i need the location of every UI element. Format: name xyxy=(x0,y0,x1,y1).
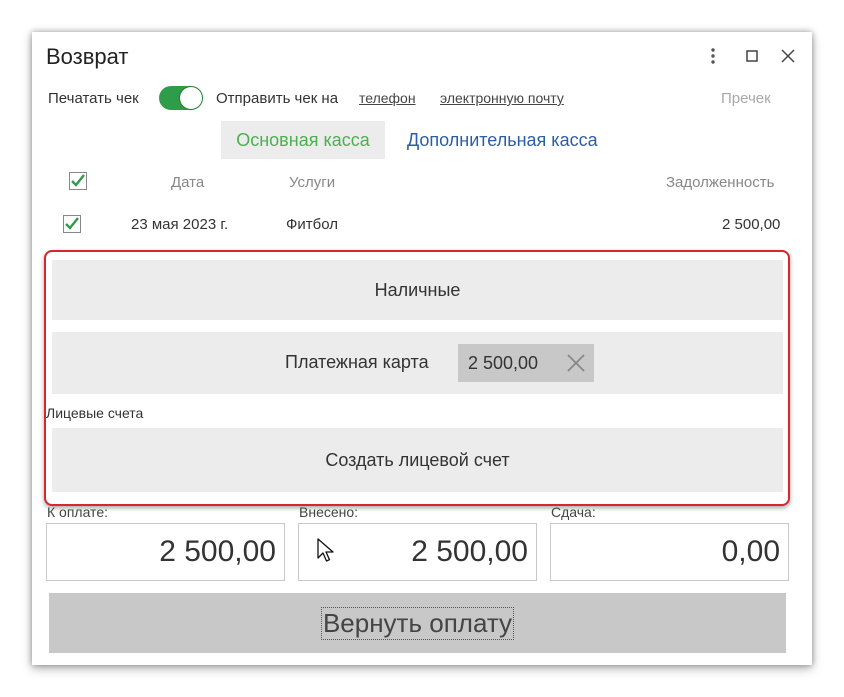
change-label: Сдача: xyxy=(551,504,596,520)
tab-extra-register[interactable]: Дополнительная касса xyxy=(407,130,598,151)
card-payment-label: Платежная карта xyxy=(285,352,429,372)
change-field: 0,00 xyxy=(550,523,789,581)
row-date: 23 мая 2023 г. xyxy=(131,216,229,233)
payment-methods-panel: Наличные Платежная карта 2 500,00 Лицевы… xyxy=(44,250,790,506)
return-dialog: Возврат Печатать чек Отправить чек на те… xyxy=(32,32,812,665)
toggle-knob xyxy=(180,87,202,109)
checkmark-icon xyxy=(65,217,79,230)
dialog-title: Возврат xyxy=(46,44,129,69)
print-check-toggle[interactable] xyxy=(159,86,203,110)
table-row[interactable]: 23 мая 2023 г. Фитбол 2 500,00 xyxy=(32,206,812,240)
row-debt: 2 500,00 xyxy=(722,216,781,233)
to-pay-value: 2 500,00 xyxy=(159,535,276,568)
column-header-date: Дата xyxy=(171,174,205,191)
close-icon[interactable] xyxy=(778,46,798,66)
send-check-label: Отправить чек на xyxy=(216,90,339,107)
more-options-icon[interactable] xyxy=(703,46,723,66)
email-link[interactable]: электронную почту xyxy=(440,90,564,106)
change-value: 0,00 xyxy=(721,535,780,568)
phone-link[interactable]: телефон xyxy=(359,90,416,106)
row-checkbox[interactable] xyxy=(63,215,81,233)
card-payment-row[interactable]: Платежная карта xyxy=(52,332,783,394)
print-check-label: Печатать чек xyxy=(48,90,139,107)
mouse-cursor-icon xyxy=(317,538,334,562)
card-amount-value: 2 500,00 xyxy=(468,352,539,373)
paid-value: 2 500,00 xyxy=(411,535,528,568)
tab-main-register[interactable]: Основная касса xyxy=(221,121,385,159)
column-header-service: Услуги xyxy=(289,174,336,191)
return-payment-label: Вернуть оплату xyxy=(320,606,515,640)
row-service: Фитбол xyxy=(286,216,339,233)
clear-amount-icon[interactable] xyxy=(566,353,586,373)
maximize-icon[interactable] xyxy=(742,46,762,66)
paid-label: Внесено: xyxy=(299,504,359,520)
to-pay-label: К оплате: xyxy=(47,504,108,520)
card-amount-field[interactable]: 2 500,00 xyxy=(458,344,594,382)
recheck-button[interactable]: Пречек xyxy=(721,90,771,107)
select-all-checkbox[interactable] xyxy=(69,172,87,190)
cash-payment-button[interactable]: Наличные xyxy=(52,260,783,320)
accounts-label: Лицевые счета xyxy=(46,405,144,421)
return-payment-button[interactable]: Вернуть оплату xyxy=(49,593,786,653)
create-account-button[interactable]: Создать лицевой счет xyxy=(52,428,783,492)
column-header-debt: Задолженность xyxy=(666,174,775,191)
checkmark-icon xyxy=(71,174,85,187)
to-pay-field: 2 500,00 xyxy=(46,523,285,581)
